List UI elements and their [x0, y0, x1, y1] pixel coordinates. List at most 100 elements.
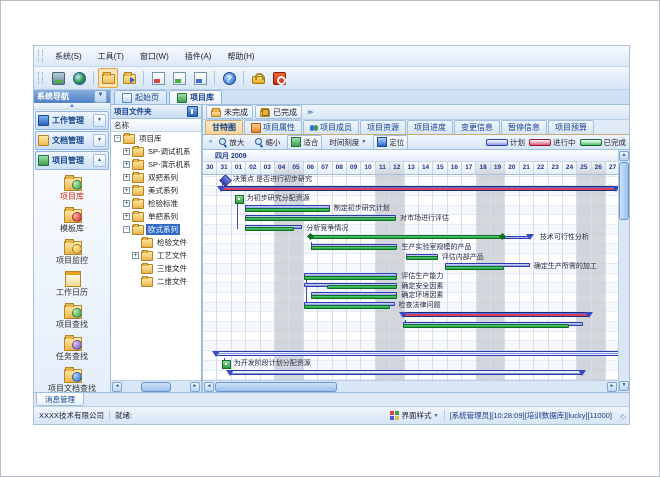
gantt-horizontal-scrollbar[interactable]: ◄ ►	[203, 380, 618, 392]
expand-icon[interactable]: +	[123, 148, 130, 155]
task-bar-确定安全因素[interactable]	[304, 283, 398, 291]
gantt-button-时间刻度[interactable]: 时间刻度▼	[325, 135, 370, 150]
sidebar-options-button[interactable]: ▼	[94, 90, 107, 103]
tree-node-欧式系列[interactable]: -欧式系列	[111, 223, 201, 236]
tree-node-三维文件[interactable]: 三维文件	[111, 262, 201, 275]
scroll-thumb[interactable]	[619, 162, 629, 220]
chevron-icon[interactable]: ▲	[93, 154, 106, 167]
filter-button-未完成[interactable]: 未完成	[206, 105, 253, 119]
tab-项目预算[interactable]: 项目预算	[548, 120, 594, 134]
menu-item-2[interactable]: 窗口(W)	[132, 48, 177, 65]
task-bar-unnamed[interactable]	[403, 322, 583, 330]
scroll-left-button[interactable]: ◄	[204, 382, 214, 392]
resize-grip[interactable]	[617, 411, 627, 421]
mail-red-icon-button[interactable]	[148, 68, 168, 88]
sidebar-item-项目文档查找[interactable]: 项目文档查找	[34, 366, 110, 392]
toolbar-overflow-icon[interactable]: »	[209, 139, 212, 145]
tree-node-单把系列[interactable]: +单把系列	[111, 210, 201, 223]
gantt-button-缩小[interactable]: 缩小	[251, 135, 284, 150]
sidebar-section-工作管理[interactable]: 工作管理▼	[35, 111, 109, 130]
tab-起始页[interactable]: 起始页	[114, 90, 167, 104]
sidebar-item-模板库[interactable]: 模板库	[34, 206, 110, 234]
task-bar-分析竞争情况[interactable]	[245, 225, 303, 233]
folder-go-icon-button[interactable]	[119, 68, 139, 88]
pin-icon[interactable]	[187, 106, 198, 117]
scroll-up-button[interactable]: ▲	[619, 151, 629, 161]
expand-icon[interactable]: +	[123, 174, 130, 181]
task-bar-评估生产能力[interactable]	[304, 273, 398, 281]
expand-icon[interactable]: +	[123, 213, 130, 220]
tab-项目资源[interactable]: 项目资源	[360, 120, 406, 134]
scroll-thumb[interactable]	[141, 382, 171, 392]
sidebar-section-文档管理[interactable]: 文档管理▼	[35, 131, 109, 150]
summary-bar[interactable]	[403, 312, 589, 318]
gantt-vertical-scrollbar[interactable]: ▲ ▼	[618, 150, 629, 392]
plan-frame-bar[interactable]	[216, 351, 618, 357]
menu-item-3[interactable]: 插件(A)	[177, 48, 220, 65]
gantt-button-定位[interactable]: 定位	[373, 135, 408, 150]
expand-icon[interactable]: +	[123, 161, 130, 168]
task-bar-评估内部产品[interactable]	[406, 254, 438, 262]
summary-done-bar-技术可行性分析[interactable]	[310, 234, 530, 242]
gantt-button-放大[interactable]: 放大	[215, 135, 248, 150]
task-bar-确定生产所需的加工[interactable]	[445, 263, 530, 271]
sidebar-item-任务查找[interactable]: 任务查找	[34, 334, 110, 362]
menubar-grip[interactable]	[38, 50, 43, 62]
exit-icon-button[interactable]	[269, 68, 289, 88]
scroll-left-button[interactable]: ◄	[112, 382, 122, 392]
tab-甘特图[interactable]: 甘特图	[205, 120, 243, 134]
network-icon-button[interactable]	[48, 68, 68, 88]
tree-node-工艺文件[interactable]: +工艺文件	[111, 249, 201, 262]
expand-icon[interactable]: +	[123, 187, 130, 194]
help-icon-button[interactable]	[219, 68, 239, 88]
chevron-icon[interactable]: ▼	[93, 114, 106, 127]
collapse-icon[interactable]: -	[123, 226, 130, 233]
tree-node-SP-调试机系[interactable]: +SP-调试机系	[111, 145, 201, 158]
toolbar-grip[interactable]	[38, 72, 43, 84]
tab-项目成员[interactable]: 项目成员	[303, 120, 359, 134]
tree-node-检验文件[interactable]: 检验文件	[111, 236, 201, 249]
scroll-thumb[interactable]	[215, 382, 337, 392]
task-bar-对市场进行评估[interactable]	[245, 215, 396, 223]
task-bar-确定环境因素[interactable]	[311, 292, 397, 300]
bottom-tab-消息管理[interactable]: 消息管理	[36, 393, 84, 406]
tab-项目库[interactable]: 项目库	[169, 90, 222, 104]
tab-暂停信息[interactable]: 暂停信息	[501, 120, 547, 134]
tree-node-二维文件[interactable]: 二维文件	[111, 275, 201, 288]
filter-button-已完成[interactable]: 已完成	[255, 105, 302, 119]
folder-icon-button[interactable]	[98, 68, 118, 88]
tree-node-双把系列[interactable]: +双把系列	[111, 171, 201, 184]
task-bar-生产实验室规模的产品[interactable]	[311, 244, 397, 252]
tab-项目进度[interactable]: 项目进度	[407, 120, 453, 134]
tree-horizontal-scrollbar[interactable]: ◄ ►	[111, 380, 201, 392]
milestone-为开发阶段计划分配资源[interactable]	[222, 360, 231, 369]
mail-green-icon-button[interactable]	[169, 68, 189, 88]
scroll-down-button[interactable]: ▼	[619, 381, 629, 391]
sidebar-item-项目监控[interactable]: 项目监控	[34, 238, 110, 266]
tree-node-项目库[interactable]: -项目库	[111, 132, 201, 145]
tab-变更信息[interactable]: 变更信息	[454, 120, 500, 134]
milestone-为初步研究分配资源[interactable]	[235, 195, 244, 204]
sidebar-section-项目管理[interactable]: 项目管理▲	[35, 151, 109, 170]
sidebar-collapse-button[interactable]: ▲	[34, 103, 110, 110]
expand-icon[interactable]: +	[123, 200, 130, 207]
chevron-icon[interactable]: ▼	[93, 134, 106, 147]
menu-item-0[interactable]: 系统(S)	[47, 48, 90, 65]
sidebar-item-工作日历[interactable]: 工作日历	[34, 270, 110, 298]
expand-icon[interactable]: +	[132, 252, 139, 259]
tree-node-SP-演示机系[interactable]: +SP-演示机系	[111, 158, 201, 171]
scroll-right-button[interactable]: ►	[190, 382, 200, 392]
menu-item-1[interactable]: 工具(T)	[90, 48, 132, 65]
collapse-icon[interactable]: -	[114, 135, 121, 142]
overflow-chevron-icon[interactable]: ≫	[307, 109, 313, 116]
sidebar-item-项目查找[interactable]: 项目查找	[34, 302, 110, 330]
sidebar-item-项目库[interactable]: 项目库	[34, 174, 110, 202]
summary-bar[interactable]	[221, 186, 616, 192]
interface-style-button[interactable]: 界面样式 ▼	[385, 410, 444, 421]
menu-item-4[interactable]: 帮助(H)	[219, 48, 262, 65]
plan-frame-bar[interactable]	[230, 370, 581, 376]
task-bar-制定初步研究计划[interactable]	[245, 205, 330, 213]
tree-node-美式系列[interactable]: +美式系列	[111, 184, 201, 197]
gantt-chart-body[interactable]: 决策点 是否进行初步研究为初步研究分配资源制定初步研究计划对市场进行评估分析竞争…	[203, 175, 618, 380]
lock-icon-button[interactable]	[248, 68, 268, 88]
